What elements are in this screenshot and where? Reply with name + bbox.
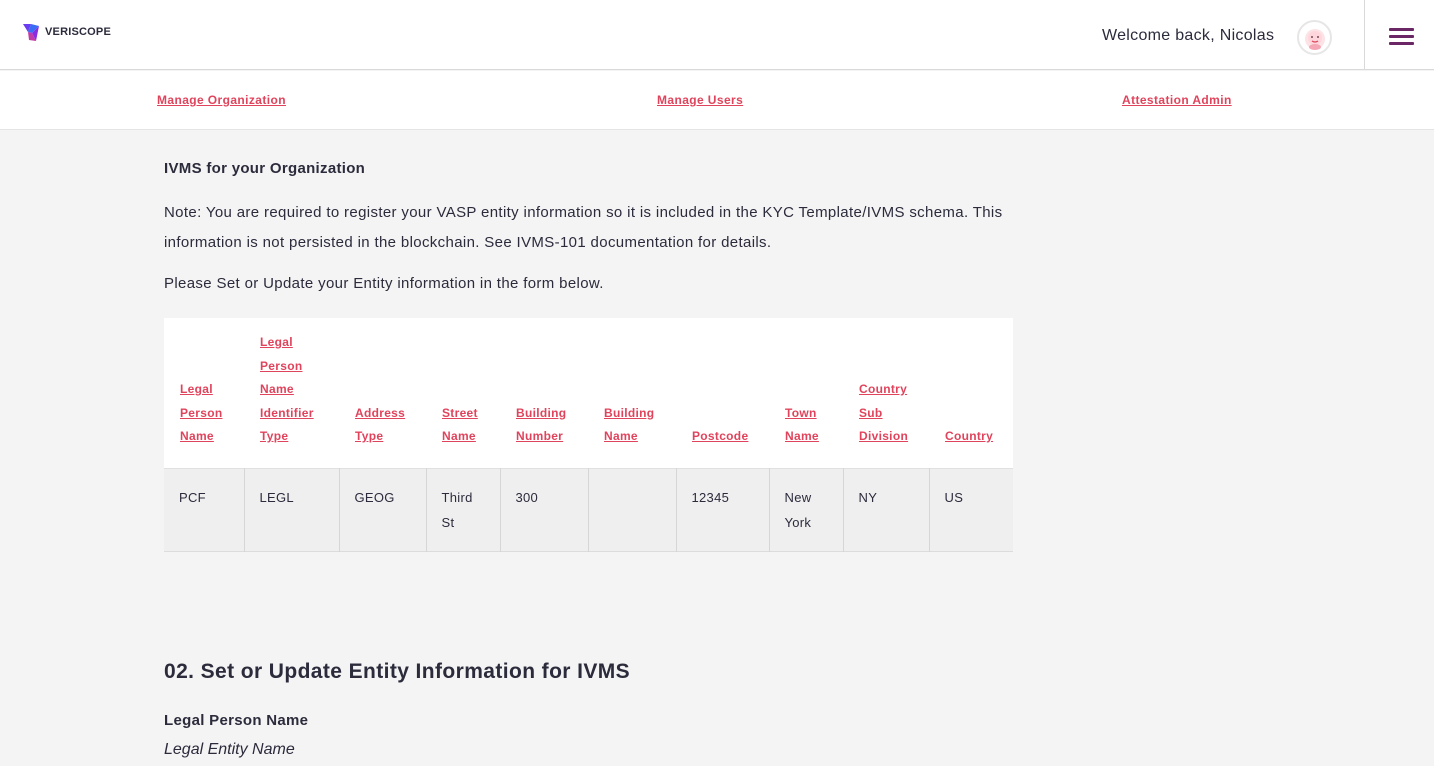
table-cell: US	[928, 468, 1013, 551]
table-cell	[587, 468, 676, 551]
nav-manage-organization[interactable]: Manage Organization	[157, 93, 286, 107]
column-header[interactable]: Building Name	[588, 318, 676, 468]
column-header[interactable]: Street Name	[426, 318, 500, 468]
table-cell: PCF	[179, 489, 206, 505]
table-cell: NY	[842, 468, 929, 551]
logo-text: VERISCOPE	[45, 26, 111, 38]
column-header[interactable]: Legal Person Name Identifier Type	[244, 318, 339, 468]
column-header[interactable]: Town Name	[769, 318, 843, 468]
table-cell: LEGL	[243, 468, 339, 551]
table-row: PCF LEGL GEOG Third St 300 12345 New Yor…	[164, 468, 1013, 551]
table-cell: Third St	[425, 468, 500, 551]
table-cell: 300	[499, 468, 588, 551]
nav-attestation-admin[interactable]: Attestation Admin	[1122, 93, 1232, 107]
column-header[interactable]: Building Number	[500, 318, 588, 468]
table-cell: 12345	[675, 468, 769, 551]
veriscope-logo[interactable]: VERISCOPE	[20, 21, 111, 43]
veriscope-logo-icon	[23, 24, 39, 41]
ivms-note: Note: You are required to register your …	[164, 204, 1003, 251]
ivms-entity-table: Legal Person Name Legal Person Name Iden…	[164, 318, 1013, 552]
table-header-row: Legal Person Name Legal Person Name Iden…	[164, 318, 1013, 468]
nav-manage-users[interactable]: Manage Users	[657, 93, 743, 107]
user-avatar-icon	[1304, 28, 1325, 50]
hamburger-menu-icon[interactable]	[1389, 28, 1414, 45]
sub-navigation: Manage Organization Manage Users Attesta…	[0, 71, 1434, 130]
header-divider	[1364, 0, 1365, 70]
top-header: VERISCOPE Welcome back, Nicolas	[0, 0, 1434, 70]
legal-person-name-input[interactable]	[164, 738, 664, 762]
welcome-message: Welcome back, Nicolas	[1102, 27, 1275, 44]
avatar[interactable]	[1297, 20, 1332, 55]
column-header[interactable]: Address Type	[339, 318, 426, 468]
column-header[interactable]: Postcode	[676, 318, 769, 468]
column-header[interactable]: Country Sub Division	[843, 318, 929, 468]
entity-form-title: 02. Set or Update Entity Information for…	[164, 660, 631, 683]
ivms-instruction: Please Set or Update your Entity informa…	[164, 275, 604, 292]
ivms-section-title: IVMS for your Organization	[164, 160, 366, 177]
legal-person-name-label: Legal Person Name	[164, 712, 309, 729]
column-header[interactable]: Country	[929, 318, 1013, 468]
column-header[interactable]: Legal Person Name	[164, 318, 244, 468]
table-cell: GEOG	[338, 468, 426, 551]
table-cell: New York	[768, 468, 843, 551]
